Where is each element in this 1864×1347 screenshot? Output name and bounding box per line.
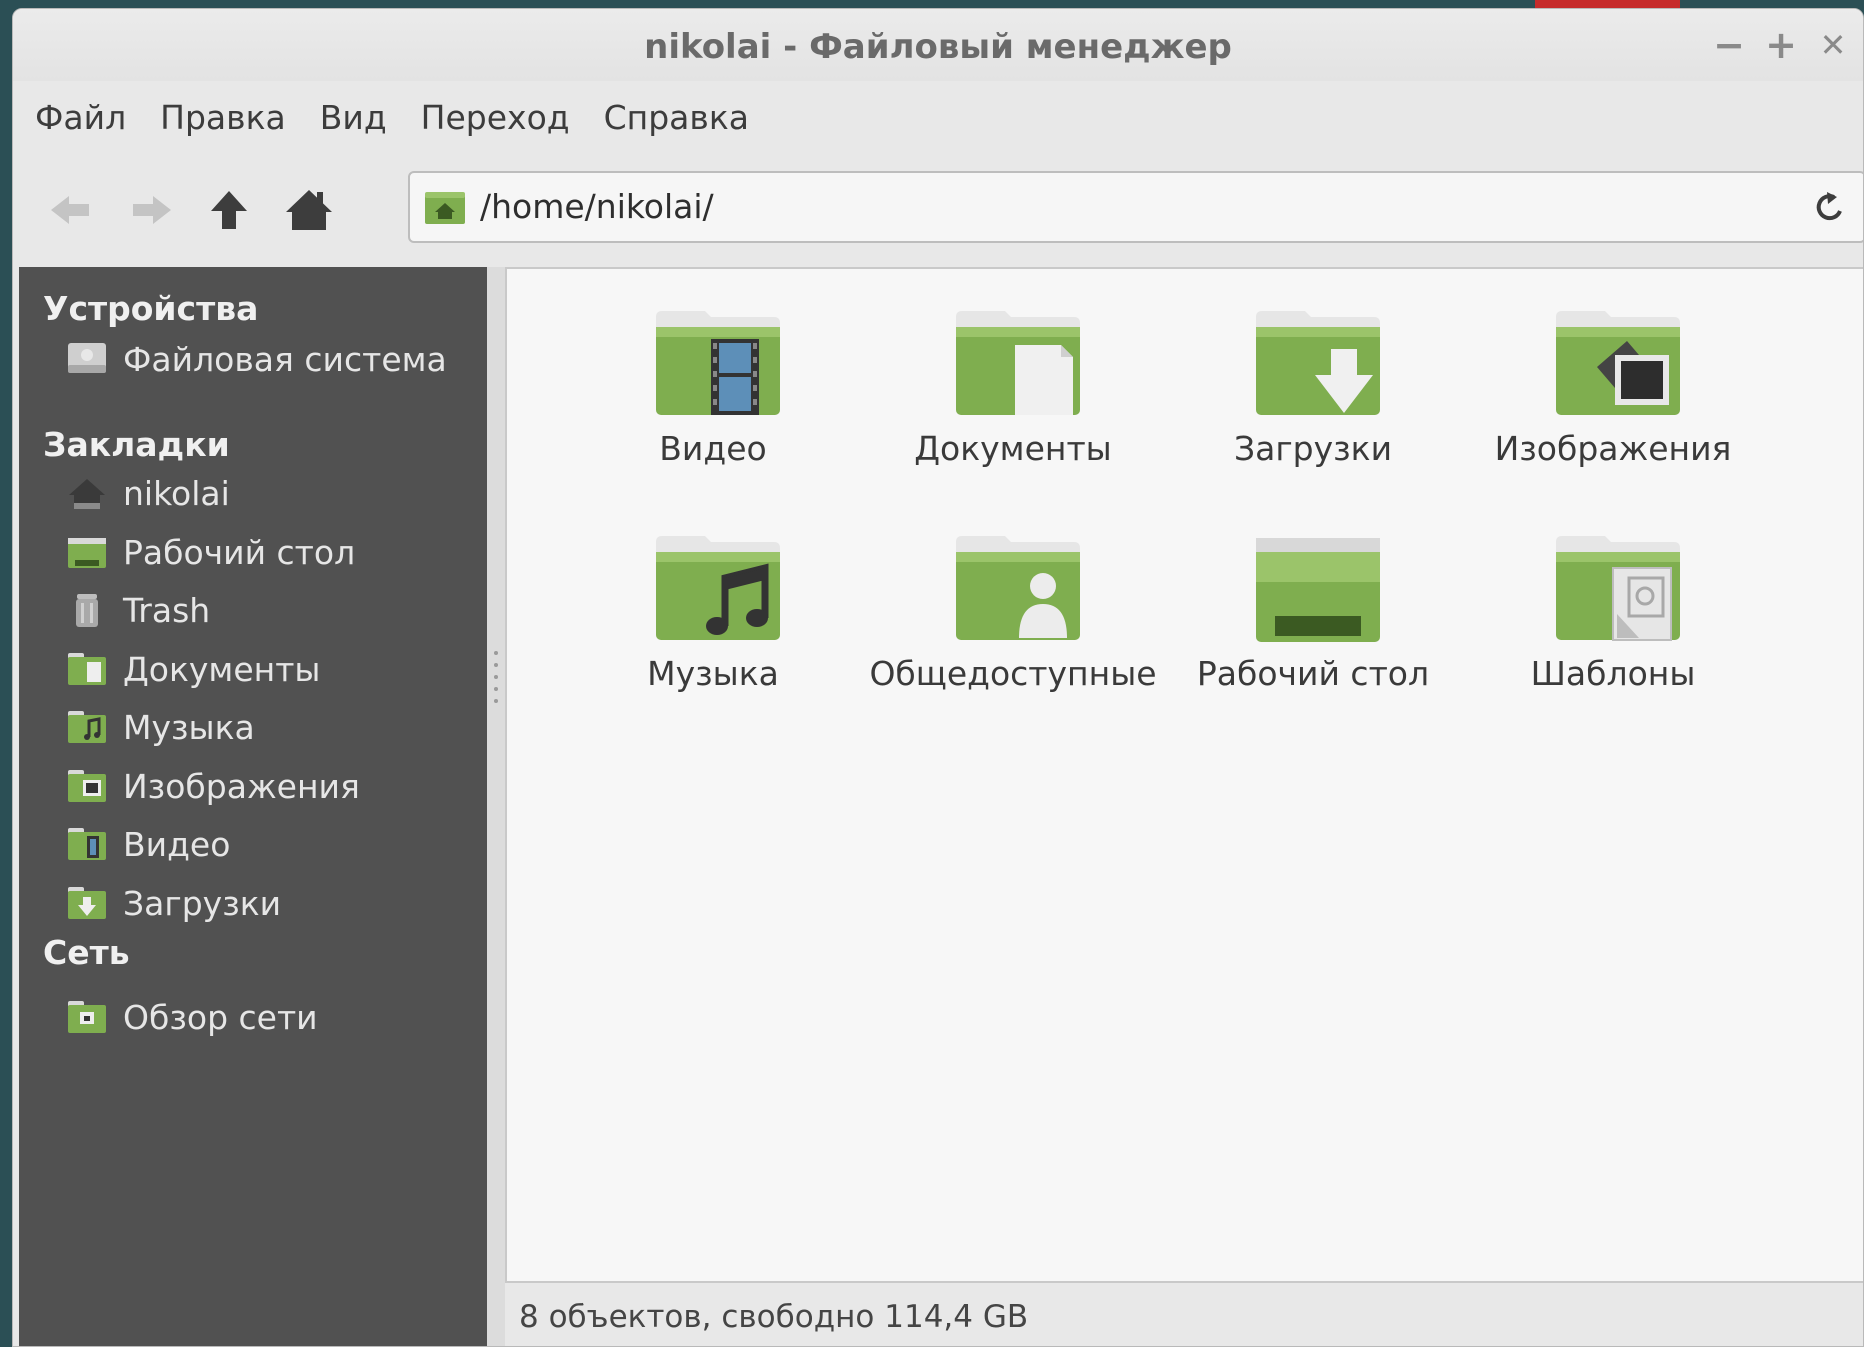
sidebar-item-label: nikolai	[123, 473, 230, 513]
sidebar-item-pictures[interactable]: Изображения	[65, 758, 465, 814]
desktop-icon	[68, 538, 106, 568]
folder-public-icon	[956, 536, 1080, 640]
sidebar: Устройства Файловая система Закладки nik…	[19, 267, 487, 1346]
file-label: Шаблоны	[1530, 654, 1696, 693]
menu-go[interactable]: Переход	[421, 98, 570, 137]
arrow-left-icon	[51, 196, 89, 224]
splitter-grip	[494, 663, 498, 667]
folder-documents-icon	[956, 311, 1080, 415]
arrow-right-icon	[133, 196, 171, 224]
toolbar: /home/nikolai/	[13, 159, 1863, 259]
home-icon	[286, 190, 332, 230]
folder-videos-icon	[656, 311, 780, 415]
menu-help[interactable]: Справка	[604, 98, 749, 137]
sidebar-item-label: Загрузки	[123, 883, 282, 923]
file-label: Музыка	[647, 654, 779, 693]
sidebar-item-label: Обзор сети	[123, 997, 318, 1037]
file-label: Общедоступные	[869, 654, 1157, 693]
folder-pictures-icon	[1556, 311, 1680, 415]
reload-icon	[1816, 192, 1842, 221]
minimize-button[interactable]: −	[1707, 23, 1751, 67]
sidebar-item-videos[interactable]: Видео	[65, 816, 465, 872]
sidebar-item-label: Документы	[123, 649, 321, 689]
home-folder-icon	[425, 192, 465, 224]
sidebar-item-downloads[interactable]: Загрузки	[65, 875, 465, 931]
back-button[interactable]	[41, 183, 101, 237]
sidebar-heading-bookmarks: Закладки	[43, 425, 230, 464]
home-icon	[69, 479, 105, 509]
sidebar-splitter[interactable]	[487, 267, 505, 1346]
up-button[interactable]	[199, 183, 259, 237]
home-button[interactable]	[279, 183, 339, 237]
title-bar[interactable]: nikolai - Файловый менеджер − + ✕	[13, 9, 1863, 81]
file-item-downloads[interactable]: Загрузки	[1168, 309, 1458, 509]
sidebar-item-label: Видео	[123, 824, 231, 864]
sidebar-item-label: Файловая система	[123, 339, 447, 379]
splitter-grip	[494, 699, 498, 703]
file-label: Загрузки	[1233, 429, 1393, 468]
forward-button[interactable]	[121, 183, 181, 237]
close-button[interactable]: ✕	[1811, 23, 1855, 67]
menu-bar: Файл Правка Вид Переход Справка	[13, 87, 1863, 147]
splitter-grip	[494, 651, 498, 655]
folder-downloads-icon	[68, 887, 106, 919]
file-label: Рабочий стол	[1196, 654, 1430, 693]
network-folder-icon	[68, 1001, 106, 1033]
location-bar[interactable]: /home/nikolai/	[408, 171, 1863, 243]
file-item-pictures[interactable]: Изображения	[1468, 309, 1758, 509]
file-label: Изображения	[1494, 429, 1732, 468]
file-item-videos[interactable]: Видео	[568, 309, 858, 509]
sidebar-item-documents[interactable]: Документы	[65, 641, 465, 697]
location-path[interactable]: /home/nikolai/	[480, 187, 714, 226]
reload-button[interactable]	[1806, 183, 1854, 231]
folder-templates-icon	[1556, 536, 1680, 641]
trash-icon	[76, 594, 98, 627]
file-item-documents[interactable]: Документы	[868, 309, 1158, 509]
menu-file[interactable]: Файл	[35, 98, 126, 137]
sidebar-item-music[interactable]: Музыка	[65, 699, 465, 755]
file-view[interactable]: Видео Документы Загрузки Изображения Муз…	[505, 267, 1863, 1283]
file-label: Видео	[659, 429, 767, 468]
sidebar-item-label: Музыка	[123, 707, 255, 747]
sidebar-item-label: Рабочий стол	[123, 532, 356, 572]
window-title: nikolai - Файловый менеджер	[644, 27, 1232, 67]
status-text: 8 объектов, свободно 114,4 GB	[519, 1299, 1029, 1335]
folder-pictures-icon	[68, 770, 106, 802]
sidebar-item-network[interactable]: Обзор сети	[65, 989, 465, 1045]
splitter-grip	[494, 687, 498, 691]
sidebar-item-label: Trash	[123, 590, 211, 630]
menu-view[interactable]: Вид	[320, 98, 387, 137]
sidebar-item-label: Изображения	[123, 766, 360, 806]
desktop-folder-icon	[1256, 538, 1380, 642]
folder-videos-icon	[68, 828, 106, 860]
file-label: Документы	[914, 429, 1112, 468]
sidebar-item-home[interactable]: nikolai	[65, 465, 465, 521]
file-manager-window: nikolai - Файловый менеджер − + ✕ Файл П…	[12, 8, 1864, 1347]
folder-documents-icon	[68, 653, 106, 685]
arrow-up-icon	[211, 191, 247, 229]
drive-icon	[68, 343, 106, 373]
file-item-music[interactable]: Музыка	[568, 534, 858, 734]
menu-edit[interactable]: Правка	[160, 98, 286, 137]
status-bar: 8 объектов, свободно 114,4 GB	[505, 1285, 1863, 1346]
folder-downloads-icon	[1256, 311, 1380, 415]
file-item-templates[interactable]: Шаблоны	[1468, 534, 1758, 734]
sidebar-item-filesystem[interactable]: Файловая система	[65, 331, 465, 387]
folder-music-icon	[656, 536, 780, 640]
file-item-desktop[interactable]: Рабочий стол	[1168, 534, 1458, 734]
splitter-grip	[494, 675, 498, 679]
file-item-public[interactable]: Общедоступные	[868, 534, 1158, 734]
maximize-button[interactable]: +	[1759, 23, 1803, 67]
sidebar-heading-network: Сеть	[43, 933, 130, 972]
sidebar-item-desktop[interactable]: Рабочий стол	[65, 524, 465, 580]
folder-music-icon	[68, 711, 106, 743]
sidebar-item-trash[interactable]: Trash	[65, 582, 465, 638]
sidebar-heading-devices: Устройства	[43, 289, 259, 328]
